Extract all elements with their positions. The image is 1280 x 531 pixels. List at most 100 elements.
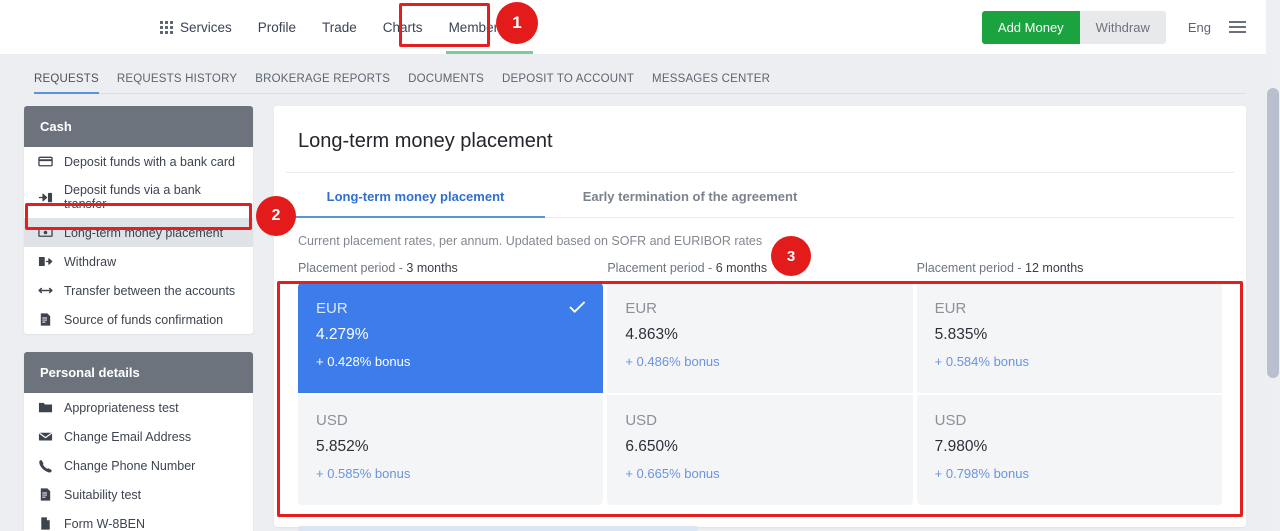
subnav-item-deposit-to-account[interactable]: DEPOSIT TO ACCOUNT xyxy=(493,73,643,94)
subnav-item-requests[interactable]: REQUESTS xyxy=(34,73,108,94)
subnav-item-requests-history[interactable]: REQUESTS HISTORY xyxy=(108,73,246,94)
sidebar-label: Long-term money placement xyxy=(64,225,224,240)
period-value: 6 months xyxy=(715,261,768,275)
period-value: 12 months xyxy=(1025,261,1084,275)
sidebar-item-source-of-funds[interactable]: Source of funds confirmation xyxy=(24,305,253,334)
document-icon xyxy=(38,312,53,327)
annotation-badge-1: 1 xyxy=(496,2,538,44)
top-right-actions: Add Money Withdraw Eng xyxy=(981,0,1246,54)
period-prefix: Placement period - xyxy=(916,261,1026,275)
nav-item-trade[interactable]: Trade xyxy=(309,0,370,54)
page-icon xyxy=(38,516,53,531)
nav-trade-label: Trade xyxy=(322,19,357,35)
bonus-value: + 0.665% bonus xyxy=(625,466,720,481)
placement-period-label-12-months: Placement period - 12 months xyxy=(917,261,1222,275)
banknote-icon xyxy=(38,225,53,240)
page-scrollbar-thumb[interactable] xyxy=(1267,88,1279,378)
rate-card-usd-6-months[interactable]: USD 6.650% + 0.665% bonus xyxy=(607,395,913,505)
placement-period-label-3-months: Placement period - 3 months xyxy=(298,261,603,275)
rate-card-eur-12-months[interactable]: EUR 5.835% + 0.584% bonus xyxy=(916,283,1222,393)
rate-card-usd-12-months[interactable]: USD 7.980% + 0.798% bonus xyxy=(916,395,1222,505)
sidebar-item-deposit-bank-card[interactable]: Deposit funds with a bank card xyxy=(24,147,253,176)
subnav-requests-history-label: REQUESTS HISTORY xyxy=(116,73,238,85)
currency-label: EUR xyxy=(625,300,657,317)
bonus-value: + 0.798% bonus xyxy=(934,466,1029,481)
annotation-badge-2: 2 xyxy=(256,196,296,236)
content-tabs: Long-term money placement Early terminat… xyxy=(286,173,1234,218)
sidebar-item-form-w8ben[interactable]: Form W-8BEN xyxy=(24,509,253,531)
sidebar-label: Change Email Address xyxy=(64,429,192,444)
language-selector[interactable]: Eng xyxy=(1188,20,1211,35)
secondary-navigation: REQUESTS REQUESTS HISTORY BROKERAGE REPO… xyxy=(0,54,1268,94)
placement-period-label-6-months: Placement period - 6 months xyxy=(607,261,912,275)
sidebar-personal-title: Personal details xyxy=(24,352,253,393)
logout-arrow-icon xyxy=(38,254,53,269)
rate-cards-grid: EUR 4.279% + 0.428% bonus USD 5.852% + 0… xyxy=(274,275,1246,527)
tab-long-term-money-placement[interactable]: Long-term money placement xyxy=(286,173,545,218)
sidebar-label: Withdraw xyxy=(64,254,117,269)
rate-column-12-months: EUR 5.835% + 0.584% bonus USD 7.980% + 0… xyxy=(916,283,1222,505)
folder-icon xyxy=(38,400,53,415)
add-money-button[interactable]: Add Money xyxy=(981,10,1080,44)
bonus-value: + 0.428% bonus xyxy=(316,354,411,369)
sidebar-item-appropriateness-test[interactable]: Appropriateness test xyxy=(24,393,253,422)
rate-value: 6.650% xyxy=(625,438,678,455)
grid-apps-icon xyxy=(160,20,173,34)
subnav-messages-label: MESSAGES CENTER xyxy=(652,73,771,85)
sidebar-label: Source of funds confirmation xyxy=(64,312,224,327)
rate-card-eur-3-months[interactable]: EUR 4.279% + 0.428% bonus xyxy=(298,283,604,393)
sidebar-label: Deposit funds with a bank card xyxy=(64,154,235,169)
subnav-brokerage-reports-label: BROKERAGE REPORTS xyxy=(255,73,391,85)
sidebar-item-deposit-bank-transfer[interactable]: Deposit funds via a bank transfer xyxy=(24,176,253,218)
tab-label: Early termination of the agreement xyxy=(582,189,798,204)
check-icon xyxy=(567,297,587,322)
subnav-deposit-label: DEPOSIT TO ACCOUNT xyxy=(502,73,635,85)
withdraw-button[interactable]: Withdraw xyxy=(1079,10,1166,44)
annotation-badge-3: 3 xyxy=(771,236,811,276)
sidebar-item-transfer-between-accounts[interactable]: Transfer between the accounts xyxy=(24,276,253,305)
rate-card-eur-6-months[interactable]: EUR 4.863% + 0.486% bonus xyxy=(607,283,913,393)
rate-column-3-months: EUR 4.279% + 0.428% bonus USD 5.852% + 0… xyxy=(298,283,604,505)
sidebar-label: Form W-8BEN xyxy=(64,516,146,531)
rate-value: 5.835% xyxy=(934,326,988,343)
nav-item-services[interactable]: Services xyxy=(160,0,245,54)
period-prefix: Placement period - xyxy=(298,261,407,275)
subnav-item-documents[interactable]: DOCUMENTS xyxy=(399,73,493,94)
currency-label: EUR xyxy=(934,300,967,317)
sidebar-panel-personal-details: Personal details Appropriateness test Ch… xyxy=(24,352,253,531)
tab-early-termination[interactable]: Early termination of the agreement xyxy=(545,173,835,217)
sidebar-item-withdraw[interactable]: Withdraw xyxy=(24,247,253,276)
nav-charts-label: Charts xyxy=(382,19,423,35)
nav-item-profile[interactable]: Profile xyxy=(245,0,309,54)
page-scrollbar-track[interactable] xyxy=(1266,0,1280,531)
hamburger-menu-icon[interactable] xyxy=(1229,21,1246,33)
left-sidebar: Cash Deposit funds with a bank card Depo… xyxy=(24,106,253,531)
left-right-arrow-icon xyxy=(38,283,53,298)
top-navigation-bar: Services Profile Trade Charts Member Are… xyxy=(0,0,1268,54)
subnav-item-messages-center[interactable]: MESSAGES CENTER xyxy=(643,73,779,94)
currency-label: EUR xyxy=(316,300,348,317)
sidebar-item-long-term-money-placement[interactable]: Long-term money placement xyxy=(24,218,253,247)
sidebar-item-change-phone[interactable]: Change Phone Number xyxy=(24,451,253,480)
sidebar-label: Appropriateness test xyxy=(64,400,179,415)
subnav-requests-label: REQUESTS xyxy=(34,73,99,85)
rate-column-6-months: EUR 4.863% + 0.486% bonus USD 6.650% + 0… xyxy=(607,283,913,505)
phone-icon xyxy=(38,458,53,473)
main-content-panel: Long-term money placement Long-term mone… xyxy=(274,106,1246,527)
sidebar-label: Transfer between the accounts xyxy=(64,283,236,298)
period-value: 3 months xyxy=(406,261,458,275)
period-prefix: Placement period - xyxy=(607,261,716,275)
placement-period-labels: Placement period - 3 months Placement pe… xyxy=(274,248,1246,275)
page-title: Long-term money placement xyxy=(286,106,1234,173)
sidebar-item-suitability-test[interactable]: Suitability test xyxy=(24,480,253,509)
sidebar-cash-title: Cash xyxy=(24,106,253,147)
nav-item-charts[interactable]: Charts xyxy=(370,0,436,54)
rate-value: 5.852% xyxy=(316,438,369,455)
rate-card-usd-3-months[interactable]: USD 5.852% + 0.585% bonus xyxy=(298,395,604,505)
arrow-into-box-icon xyxy=(38,190,53,205)
sidebar-item-change-email[interactable]: Change Email Address xyxy=(24,422,253,451)
below-fold-element xyxy=(298,526,698,531)
subnav-item-brokerage-reports[interactable]: BROKERAGE REPORTS xyxy=(246,73,399,94)
bonus-value: + 0.585% bonus xyxy=(316,466,411,481)
tab-label: Long-term money placement xyxy=(326,189,505,204)
